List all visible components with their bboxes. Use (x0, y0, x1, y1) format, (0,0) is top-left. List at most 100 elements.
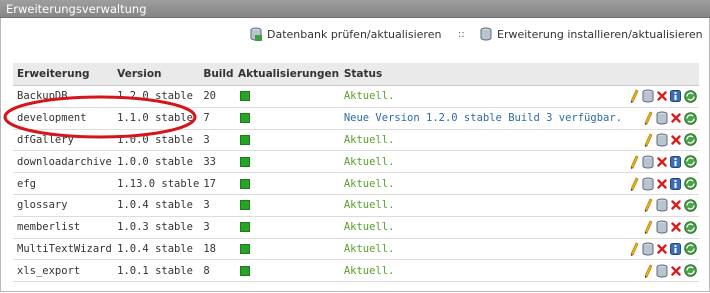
info-icon[interactable] (667, 155, 681, 168)
extension-status: Aktuell. (339, 172, 622, 195)
database-icon[interactable] (639, 155, 654, 169)
update-icon[interactable] (681, 264, 697, 278)
info-icon[interactable] (667, 242, 681, 255)
database-icon[interactable] (653, 133, 668, 147)
actions-cell (622, 172, 699, 195)
extension-status: Aktuell. (339, 216, 622, 239)
table-row: efg 1.13.0 stable 17 Aktuell. (13, 172, 699, 195)
info-icon[interactable] (667, 177, 681, 190)
actions-cell (622, 85, 699, 108)
extension-name: xls_export (13, 259, 114, 283)
updates-cell (233, 172, 340, 195)
extension-version: 1.13.0 stable (113, 172, 200, 195)
extension-version: 1.0.4 stable (113, 238, 200, 261)
update-icon[interactable] (681, 155, 697, 169)
extension-build: 33 (199, 150, 234, 174)
extension-build: 18 (199, 238, 234, 261)
delete-icon[interactable] (654, 90, 667, 102)
delete-icon[interactable] (654, 178, 667, 190)
update-status-icon (239, 178, 250, 189)
database-icon[interactable] (653, 111, 668, 125)
extension-version: 1.0.4 stable (113, 194, 200, 217)
updates-cell (233, 216, 340, 239)
updates-cell (233, 194, 340, 217)
update-icon[interactable] (681, 90, 697, 103)
database-icon[interactable] (639, 89, 654, 103)
table-header-row: Erweiterung Version Build Aktualisierung… (13, 63, 699, 86)
pencil-icon[interactable] (626, 177, 639, 191)
extension-version: 1.0.1 stable (113, 259, 200, 283)
database-icon[interactable] (653, 220, 668, 234)
database-icon (250, 27, 262, 41)
extension-status: Aktuell. (339, 194, 622, 217)
extension-status[interactable]: Neue Version 1.2.0 stable Build 3 verfüg… (339, 107, 622, 130)
database-icon[interactable] (639, 242, 654, 256)
updates-cell (233, 85, 340, 108)
database-icon[interactable] (653, 264, 668, 278)
actions-cell (622, 216, 699, 239)
extension-build: 20 (199, 85, 234, 108)
pencil-icon[interactable] (626, 89, 639, 104)
update-status-icon (239, 134, 250, 145)
extension-build: 7 (199, 107, 234, 130)
info-icon[interactable] (667, 90, 681, 103)
extension-status: Aktuell. (339, 85, 622, 108)
update-icon[interactable] (681, 111, 697, 125)
pencil-icon[interactable] (640, 198, 653, 213)
update-icon[interactable] (681, 177, 697, 190)
check-database-link[interactable]: Datenbank prüfen/aktualisieren (250, 27, 441, 41)
extension-status: Aktuell. (339, 238, 622, 261)
extension-build: 3 (199, 194, 234, 217)
install-extension-link[interactable]: Erweiterung installieren/aktualisieren (480, 27, 703, 41)
panel-title: Erweiterungsverwaltung (6, 2, 147, 16)
table-row: downloadarchive 1.0.0 stable 33 Aktuell. (13, 150, 699, 174)
update-icon[interactable] (681, 199, 697, 212)
database-icon (480, 27, 492, 41)
update-status-icon (239, 200, 250, 211)
updates-cell (233, 129, 340, 152)
delete-icon[interactable] (668, 199, 681, 211)
actions-cell (622, 238, 699, 261)
pencil-icon[interactable] (626, 155, 639, 169)
update-icon[interactable] (681, 220, 697, 234)
column-header-status: Status (339, 63, 622, 86)
delete-icon[interactable] (654, 243, 667, 255)
extension-status: Aktuell. (339, 150, 622, 174)
update-status-icon (239, 113, 250, 124)
table-row: glossary 1.0.4 stable 3 Aktuell. (13, 194, 699, 217)
extension-version: 1.0.0 stable (113, 150, 200, 174)
update-icon[interactable] (681, 133, 697, 147)
update-status-icon (239, 222, 250, 233)
column-header-extension: Erweiterung (13, 63, 114, 86)
pencil-icon[interactable] (640, 133, 653, 147)
pencil-icon[interactable] (640, 264, 653, 278)
delete-icon[interactable] (668, 134, 681, 146)
database-icon[interactable] (639, 177, 654, 191)
actions-cell (622, 107, 699, 130)
install-extension-label: Erweiterung installieren/aktualisieren (497, 27, 703, 41)
delete-icon[interactable] (668, 112, 681, 124)
column-header-version: Version (113, 63, 200, 86)
extension-build: 17 (199, 172, 234, 195)
update-status-icon (239, 156, 250, 167)
actions-cell (622, 194, 699, 217)
extension-build: 3 (199, 216, 234, 239)
extension-build: 8 (199, 259, 234, 283)
database-icon[interactable] (653, 198, 668, 212)
panel-title-bar: Erweiterungsverwaltung (0, 0, 710, 18)
pencil-icon[interactable] (626, 242, 639, 256)
extension-build: 3 (199, 129, 234, 152)
extension-name: glossary (13, 194, 114, 217)
extension-name: memberlist (13, 216, 114, 239)
delete-icon[interactable] (654, 156, 667, 168)
pencil-icon[interactable] (640, 220, 653, 235)
update-icon[interactable] (681, 242, 697, 256)
updates-cell (233, 238, 340, 261)
extension-name: downloadarchive (13, 150, 114, 174)
toolbar-separator: :: (458, 29, 465, 40)
updates-cell (233, 259, 340, 283)
delete-icon[interactable] (668, 265, 681, 277)
pencil-icon[interactable] (640, 111, 653, 126)
delete-icon[interactable] (668, 221, 681, 233)
check-database-label: Datenbank prüfen/aktualisieren (267, 27, 442, 41)
